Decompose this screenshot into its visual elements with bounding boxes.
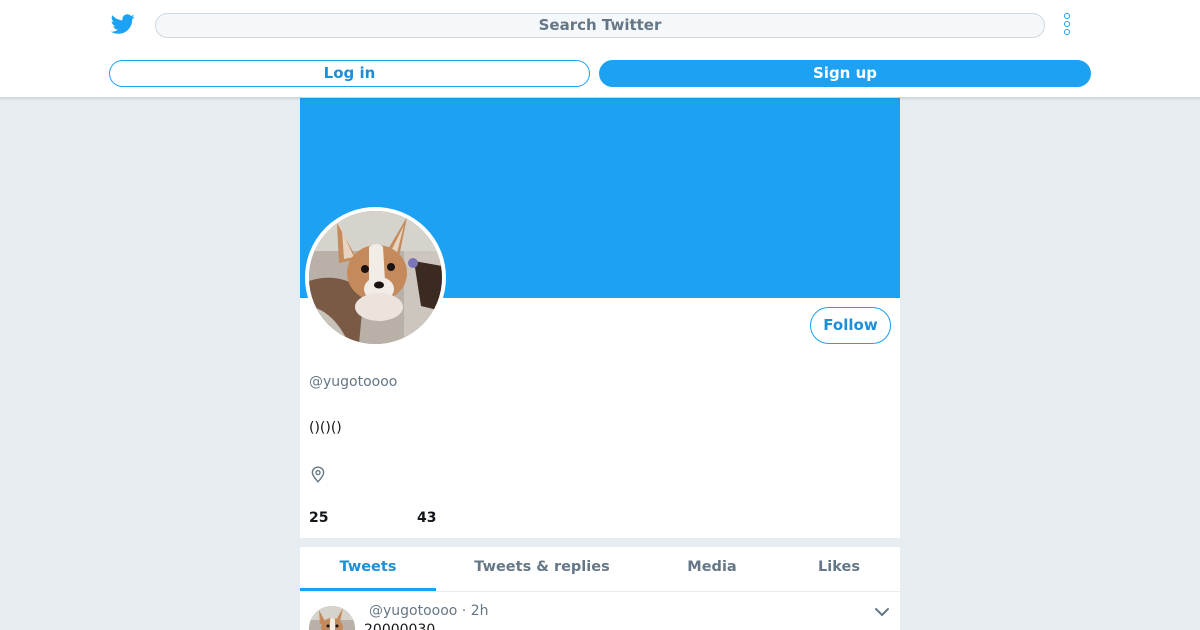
profile-handle: @yugotoooo [309, 374, 398, 390]
twitter-bird-icon[interactable] [111, 12, 135, 36]
tab-tweets[interactable]: Tweets [300, 547, 436, 591]
follow-button[interactable]: Follow [810, 307, 891, 344]
login-button[interactable]: Log in [109, 60, 590, 87]
dog-photo [309, 211, 442, 344]
profile-bio: ()()() [309, 420, 342, 436]
top-header: Search Twitter Log in Sign up [0, 0, 1200, 98]
tweet-meta: @yugotoooo · 2h [369, 603, 489, 619]
tab-tweets-and-replies[interactable]: Tweets & replies [460, 547, 624, 591]
stat-followers-count[interactable]: 43 [417, 510, 436, 526]
location-pin-icon [311, 466, 325, 483]
profile-tabs: Tweets Tweets & replies Media Likes [300, 547, 900, 592]
search-input[interactable]: Search Twitter [155, 13, 1045, 38]
tab-media[interactable]: Media [672, 547, 752, 591]
tab-likes[interactable]: Likes [804, 547, 874, 591]
stat-following-count[interactable]: 25 [309, 510, 328, 526]
chevron-down-icon[interactable] [874, 605, 890, 619]
avatar[interactable] [305, 207, 446, 348]
more-vertical-icon[interactable] [1058, 12, 1076, 38]
tweet-text: 20000030 [364, 622, 436, 630]
signup-button[interactable]: Sign up [599, 60, 1091, 87]
